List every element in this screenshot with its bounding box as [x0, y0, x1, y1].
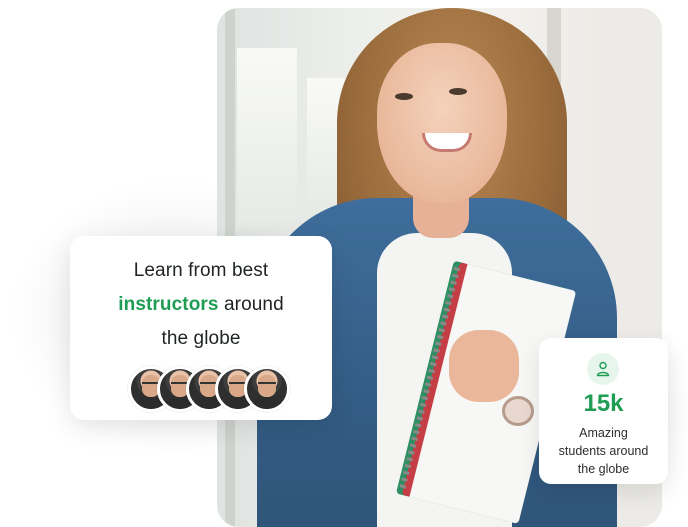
- instructors-card: Learn from best instructors around the g…: [70, 236, 332, 420]
- card-line-2: around: [218, 294, 284, 315]
- card-accent-word: instructors: [118, 294, 219, 315]
- stat-label-line-1: Amazing: [579, 426, 628, 440]
- instructor-avatar: [244, 366, 290, 412]
- hallway-window: [237, 48, 297, 228]
- hero-section: Learn from best instructors around the g…: [0, 0, 688, 527]
- hand: [449, 330, 519, 402]
- eye: [395, 93, 413, 100]
- eye: [449, 88, 467, 95]
- stat-number: 15k: [583, 390, 624, 417]
- user-icon-glyph: [596, 361, 610, 377]
- stat-label: Amazing students around the globe: [547, 424, 660, 478]
- wristwatch: [502, 396, 534, 426]
- card-line-3: the globe: [161, 328, 241, 349]
- face: [377, 43, 507, 203]
- students-stat-card: 15k Amazing students around the globe: [539, 338, 668, 484]
- stat-label-line-3: the globe: [577, 462, 630, 476]
- avatar-shirt: [251, 396, 283, 409]
- user-icon: [587, 353, 619, 385]
- card-line-1: Learn from best: [133, 260, 269, 281]
- avatar-glasses: [258, 382, 276, 389]
- stat-label-line-2: students around: [558, 444, 649, 458]
- instructors-card-text: Learn from best instructors around the g…: [70, 254, 332, 356]
- instructor-avatars: [128, 366, 298, 412]
